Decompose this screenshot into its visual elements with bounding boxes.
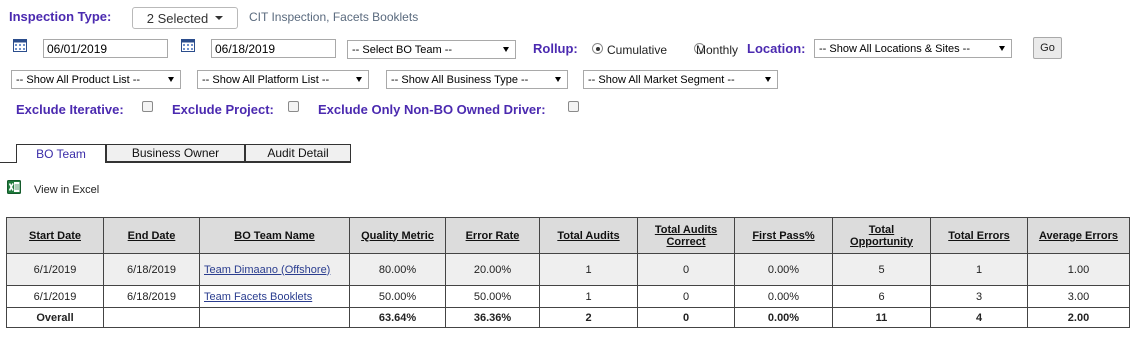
- start-date-input[interactable]: 06/01/2019: [43, 39, 168, 58]
- dropdown-arrow-icon: [555, 77, 561, 82]
- calendar-icon[interactable]: [13, 38, 27, 52]
- dropdown-arrow-icon: [503, 47, 509, 52]
- selected-inspection-types: CIT Inspection, Facets Booklets: [249, 10, 419, 24]
- cell-total-audits-correct: 0: [637, 285, 735, 308]
- col-bo-team-name[interactable]: BO Team Name: [199, 217, 350, 254]
- market-segment-select[interactable]: -- Show All Market Segment --: [583, 70, 778, 89]
- cell-empty: [103, 307, 200, 328]
- col-total-opportunity[interactable]: Total Opportunity: [832, 217, 931, 254]
- col-average-errors[interactable]: Average Errors: [1027, 217, 1130, 254]
- cell-total-audits: 2: [539, 307, 638, 328]
- cell-total-opportunity: 6: [832, 285, 931, 308]
- exclude-non-bo-label: Exclude Only Non-BO Owned Driver:: [318, 102, 546, 117]
- cell-bo-team-name: Team Facets Booklets: [199, 285, 350, 308]
- table-row: 6/1/2019 6/18/2019 Team Dimaano (Offshor…: [6, 253, 1130, 286]
- exclude-project-label: Exclude Project:: [172, 102, 274, 117]
- cell-total-audits: 1: [539, 253, 638, 286]
- cell-end-date: 6/18/2019: [103, 253, 200, 286]
- cell-total-errors: 3: [930, 285, 1028, 308]
- cell-total-audits-correct: 0: [637, 307, 735, 328]
- team-link[interactable]: Team Facets Booklets: [204, 291, 312, 303]
- exclude-non-bo-checkbox[interactable]: [568, 101, 579, 112]
- cell-quality-metric: 50.00%: [349, 285, 446, 308]
- platform-list-value: -- Show All Platform List --: [202, 73, 330, 86]
- end-date-input[interactable]: 06/18/2019: [211, 39, 336, 58]
- bo-team-select[interactable]: -- Select BO Team --: [347, 40, 516, 59]
- cell-end-date: 6/18/2019: [103, 285, 200, 308]
- location-label: Location:: [747, 41, 806, 56]
- cell-quality-metric: 80.00%: [349, 253, 446, 286]
- inspection-type-dropdown[interactable]: 2 Selected: [132, 7, 238, 29]
- dropdown-arrow-icon: [168, 77, 174, 82]
- cell-empty: [199, 307, 350, 328]
- col-total-audits[interactable]: Total Audits: [539, 217, 638, 254]
- cell-first-pass: 0.00%: [734, 285, 833, 308]
- dropdown-arrow-icon: [765, 77, 771, 82]
- caret-down-icon: [215, 16, 224, 20]
- team-link[interactable]: Team Dimaano (Offshore): [204, 264, 330, 276]
- col-quality-metric[interactable]: Quality Metric: [349, 217, 446, 254]
- cell-error-rate: 20.00%: [445, 253, 540, 286]
- cell-start-date: 6/1/2019: [6, 285, 104, 308]
- view-in-excel-link[interactable]: View in Excel: [34, 184, 99, 196]
- bo-team-table: Start Date End Date BO Team Name Quality…: [6, 217, 1130, 328]
- tab-business-owner[interactable]: Business Owner: [106, 144, 245, 162]
- product-list-select[interactable]: -- Show All Product List --: [11, 70, 181, 89]
- total-row: Overall 63.64% 36.36% 2 0 0.00% 11 4 2.0…: [6, 307, 1130, 328]
- location-value: -- Show All Locations & Sites --: [819, 42, 971, 55]
- platform-list-select[interactable]: -- Show All Platform List --: [197, 70, 369, 89]
- rollup-monthly-label: Monthly: [696, 43, 739, 57]
- excel-icon[interactable]: [7, 180, 21, 194]
- rollup-label: Rollup:: [533, 41, 578, 56]
- dropdown-arrow-icon: [999, 46, 1005, 51]
- exclude-project-checkbox[interactable]: [288, 101, 299, 112]
- col-start-date[interactable]: Start Date: [6, 217, 104, 254]
- tab-bo-team[interactable]: BO Team: [16, 144, 106, 163]
- cell-average-errors: 2.00: [1027, 307, 1130, 328]
- cell-error-rate: 36.36%: [445, 307, 540, 328]
- col-first-pass[interactable]: First Pass%: [734, 217, 833, 254]
- bo-team-value: -- Select BO Team --: [352, 43, 453, 56]
- cell-total-audits-correct: 0: [637, 253, 735, 286]
- table-header-row: Start Date End Date BO Team Name Quality…: [6, 217, 1130, 254]
- go-button[interactable]: Go: [1033, 37, 1062, 59]
- col-total-audits-correct[interactable]: Total Audits Correct: [637, 217, 735, 254]
- cell-total-opportunity: 11: [832, 307, 931, 328]
- market-segment-value: -- Show All Market Segment --: [588, 73, 735, 86]
- business-type-select[interactable]: -- Show All Business Type --: [386, 70, 568, 89]
- exclude-iterative-label: Exclude Iterative:: [16, 102, 124, 117]
- dropdown-arrow-icon: [356, 77, 362, 82]
- cell-average-errors: 3.00: [1027, 285, 1130, 308]
- table-row: 6/1/2019 6/18/2019 Team Facets Booklets …: [6, 285, 1130, 308]
- rollup-cumulative-label: Cumulative: [607, 43, 668, 57]
- cell-start-date: 6/1/2019: [6, 253, 104, 286]
- cell-overall-label: Overall: [6, 307, 104, 328]
- cell-total-opportunity: 5: [832, 253, 931, 286]
- product-list-value: -- Show All Product List --: [16, 73, 141, 86]
- cell-quality-metric: 63.64%: [349, 307, 446, 328]
- exclude-iterative-checkbox[interactable]: [142, 101, 153, 112]
- col-error-rate[interactable]: Error Rate: [445, 217, 540, 254]
- cell-total-errors: 1: [930, 253, 1028, 286]
- cell-first-pass: 0.00%: [734, 253, 833, 286]
- tab-audit-detail[interactable]: Audit Detail: [245, 144, 351, 162]
- col-total-errors[interactable]: Total Errors: [930, 217, 1028, 254]
- calendar-icon[interactable]: [181, 38, 195, 52]
- cell-error-rate: 50.00%: [445, 285, 540, 308]
- cell-total-errors: 4: [930, 307, 1028, 328]
- business-type-value: -- Show All Business Type --: [391, 73, 529, 86]
- rollup-cumulative-radio[interactable]: [592, 43, 603, 54]
- location-select[interactable]: -- Show All Locations & Sites --: [814, 39, 1012, 58]
- cell-bo-team-name: Team Dimaano (Offshore): [199, 253, 350, 286]
- cell-first-pass: 0.00%: [734, 307, 833, 328]
- inspection-type-value: 2 Selected: [146, 10, 209, 26]
- inspection-type-label: Inspection Type:: [9, 9, 112, 24]
- cell-total-audits: 1: [539, 285, 638, 308]
- cell-average-errors: 1.00: [1027, 253, 1130, 286]
- col-end-date[interactable]: End Date: [103, 217, 200, 254]
